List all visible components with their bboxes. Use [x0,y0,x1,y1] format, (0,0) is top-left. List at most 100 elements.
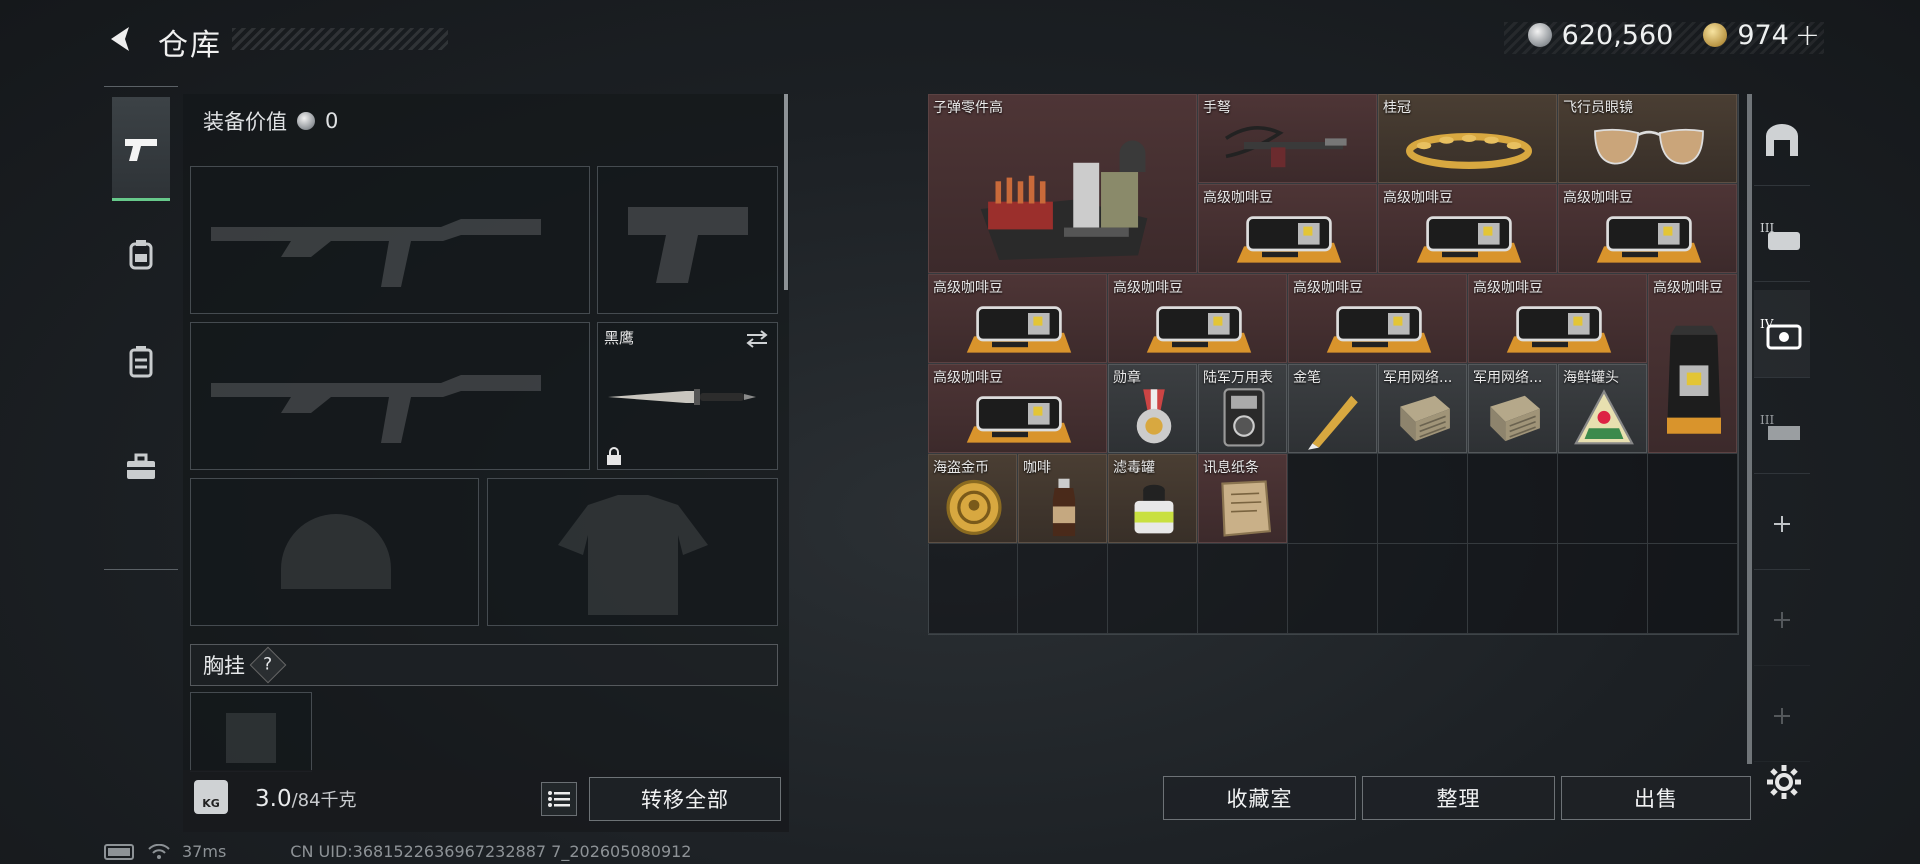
stash-item-laurel-crown[interactable]: 桂冠 [1378,94,1557,183]
status-footer: 37ms CN UID:3681522636967232887 7_202605… [104,842,691,861]
battery-icon [104,843,134,860]
storage-tab-add-icon[interactable] [1754,674,1810,762]
storage-tab-add-icon[interactable] [1754,578,1810,666]
stash-item-coffee-beans[interactable]: 高级咖啡豆 [928,364,1107,453]
stash-item-coffee-bottle[interactable]: 咖啡 [1018,454,1107,543]
tier-iii-backpack-icon: III [1760,218,1804,258]
swap-icon[interactable] [745,329,769,349]
chest-rig-header: 胸挂 ? [190,644,778,686]
chest-rig-slot[interactable] [190,692,312,772]
stash-item-pirate-coin[interactable]: 海盗金币 [928,454,1017,543]
stash-item-name: 高级咖啡豆 [1563,190,1633,206]
storage-tab-tier-iv-backpack-icon[interactable]: IV [1754,290,1810,378]
secondary-weapon-slot[interactable] [190,322,590,470]
storage-tab-tier-iii-rig-icon[interactable]: III [1754,386,1810,474]
stash-item-ammo-parts-crate[interactable]: 子弹零件高 [928,94,1197,273]
stash-cell[interactable] [1108,544,1198,634]
stash-item-gold-pen[interactable]: 金笔 [1288,364,1377,453]
melee-slot[interactable]: 黑鹰 [597,322,778,470]
settings-gear-icon[interactable] [1764,762,1804,802]
coffee-bag-icon [1658,315,1730,445]
stash-item-name: 高级咖啡豆 [1203,190,1273,206]
list-view-button[interactable] [541,782,577,816]
arch-icon [1762,122,1802,162]
chest-rig-label: 胸挂 [203,654,245,678]
weight-value: 3.0 [255,786,292,812]
lock-icon [607,447,621,465]
stash-item-multimeter[interactable]: 陆军万用表 [1198,364,1287,453]
stash-cell[interactable] [1648,454,1738,544]
seafood-can-icon [1568,385,1640,450]
stash-item-network-module[interactable]: 军用网络... [1468,364,1557,453]
nav-weapons[interactable] [112,97,170,201]
add-currency-button[interactable]: + [1795,18,1820,53]
back-button[interactable] [104,22,138,56]
primary-weapon-slot[interactable] [190,166,590,314]
stash-item-name: 海鲜罐头 [1563,370,1619,386]
stash-item-name: 勋章 [1113,370,1141,386]
aviator-glasses-icon [1577,115,1721,180]
sell-button[interactable]: 出售 [1561,776,1751,820]
stash-scrollbar[interactable] [1747,94,1752,764]
stash-cell[interactable] [1468,544,1558,634]
stash-item-coffee-beans[interactable]: 高级咖啡豆 [1198,184,1377,273]
stash-cell[interactable] [1288,544,1378,634]
wifi-icon [148,843,170,859]
equipment-scrollbar[interactable] [784,94,788,290]
sort-button[interactable]: 整理 [1362,776,1555,820]
coffee-beans-icon [947,295,1091,360]
stash-cell[interactable] [1378,454,1468,544]
stash-item-name: 桂冠 [1383,100,1411,116]
nav-armor[interactable] [112,203,170,307]
title-decoration [232,28,448,50]
stash-item-coffee-beans[interactable]: 高级咖啡豆 [928,274,1107,363]
stash-item-medal[interactable]: 勋章 [1108,364,1197,453]
silver-coin-icon [1527,23,1552,47]
stash-cell[interactable] [1558,544,1648,634]
collection-room-button[interactable]: 收藏室 [1163,776,1356,820]
add-icon [1771,513,1793,539]
storage-tab-arch-icon[interactable] [1754,98,1810,186]
rig-silhouette-icon [226,713,276,763]
stash-cell[interactable] [1558,454,1648,544]
stash-item-coffee-beans[interactable]: 高级咖啡豆 [1558,184,1737,273]
storage-tab-add-icon[interactable] [1754,482,1810,570]
stash-item-filter-canister[interactable]: 滤毒罐 [1108,454,1197,543]
stash-cell[interactable] [1198,544,1288,634]
message-note-icon [1208,475,1280,540]
stash-item-aviator-glasses[interactable]: 飞行员眼镜 [1558,94,1737,183]
pistol-slot[interactable] [597,166,778,314]
stash-item-coffee-beans[interactable]: 高级咖啡豆 [1378,184,1557,273]
stash-item-coffee-beans[interactable]: 高级咖啡豆 [1108,274,1287,363]
stash-cell[interactable] [1468,454,1558,544]
stash-item-seafood-can[interactable]: 海鲜罐头 [1558,364,1647,453]
storage-tab-tier-iii-backpack-icon[interactable]: III [1754,194,1810,282]
rifle-silhouette-icon [211,375,541,443]
transfer-all-button[interactable]: 转移全部 [589,777,781,821]
laurel-crown-icon [1397,115,1541,180]
stash-cell[interactable] [1648,544,1738,634]
stash-item-name: 飞行员眼镜 [1563,100,1633,116]
stash-cell[interactable] [1288,454,1378,544]
nav-tools[interactable] [112,415,170,519]
stash-cell[interactable] [928,544,1018,634]
backpack-icon [129,240,153,270]
stash-item-network-module[interactable]: 军用网络... [1378,364,1467,453]
stash-cell[interactable] [1018,544,1108,634]
coffee-beans-icon [947,385,1091,450]
stash-cell[interactable] [1378,544,1468,634]
helmet-silhouette-icon [281,514,391,589]
help-icon[interactable]: ? [249,646,287,684]
stash-item-coffee-beans[interactable]: 高级咖啡豆 [1288,274,1467,363]
stash-item-name: 军用网络... [1473,370,1543,386]
coffee-beans-icon [1127,295,1271,360]
armor-slot[interactable] [487,478,778,626]
stash-item-hand-crossbow[interactable]: 手弩 [1198,94,1377,183]
stash-item-coffee-beans[interactable]: 高级咖啡豆 [1468,274,1647,363]
stash-item-coffee-bag[interactable]: 高级咖啡豆 [1648,274,1737,453]
nav-containers[interactable] [112,309,170,413]
coffee-beans-icon [1487,295,1631,360]
stash-item-name: 讯息纸条 [1203,460,1259,476]
helmet-slot[interactable] [190,478,479,626]
stash-item-message-note[interactable]: 讯息纸条 [1198,454,1287,543]
